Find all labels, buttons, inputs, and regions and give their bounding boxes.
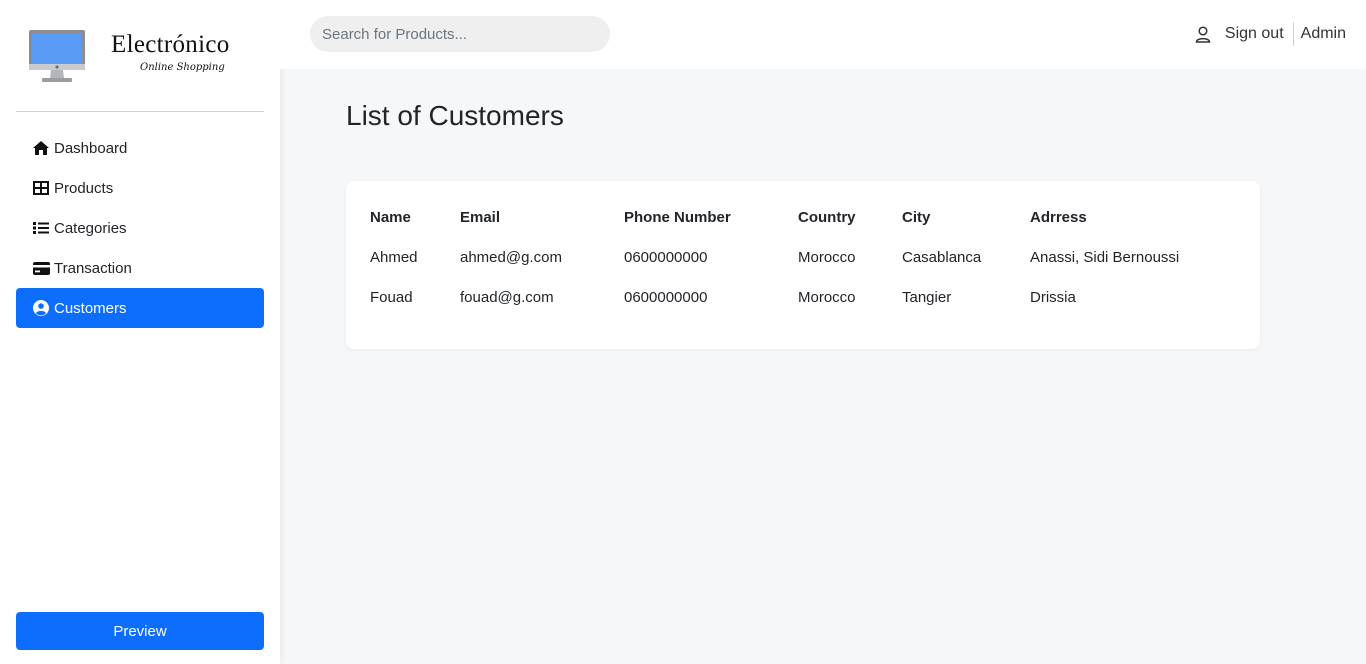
cell-email: ahmed@g.com (460, 248, 562, 266)
column-header-address: Adrress (1030, 208, 1087, 226)
monitor-icon (29, 30, 85, 82)
customers-table: Name Email Phone Number Country City Adr… (370, 197, 1260, 317)
customers-card: Name Email Phone Number Country City Adr… (346, 181, 1260, 349)
cell-name: Ahmed (370, 248, 418, 266)
search-input[interactable] (310, 16, 610, 52)
user-name[interactable]: Admin (1301, 25, 1346, 43)
column-header-country: Country (798, 208, 856, 226)
sidebar-item-label: Dashboard (54, 139, 128, 157)
user-circle-icon (32, 299, 50, 317)
cell-country: Morocco (798, 288, 856, 306)
brand-tagline: Online Shopping (140, 62, 225, 73)
credit-card-icon (32, 259, 50, 277)
topbar: Sign out Admin (280, 0, 1366, 69)
table-row: Ahmed ahmed@g.com 0600000000 Morocco Cas… (370, 237, 1260, 277)
cell-name: Fouad (370, 288, 413, 306)
cell-address: Anassi, Sidi Bernoussi (1030, 248, 1180, 266)
sidebar-item-label: Categories (54, 219, 127, 237)
user-icon (1195, 25, 1211, 43)
table-icon (32, 179, 50, 197)
logo[interactable]: Electrónico Online Shopping (16, 16, 264, 112)
cell-phone: 0600000000 (624, 248, 708, 266)
divider (1292, 22, 1294, 46)
sidebar-item-label: Transaction (54, 259, 132, 277)
cell-city: Casablanca (902, 248, 982, 266)
column-header-email: Email (460, 208, 501, 226)
table-row: Fouad fouad@g.com 0600000000 Morocco Tan… (370, 277, 1260, 317)
sidebar-item-label: Products (54, 179, 114, 197)
cell-city: Tangier (902, 288, 952, 306)
sidebar-item-products[interactable]: Products (16, 168, 264, 208)
column-header-name: Name (370, 208, 411, 226)
list-icon (32, 219, 50, 237)
sidebar-item-dashboard[interactable]: Dashboard (16, 128, 264, 168)
brand-name: Electrónico (111, 31, 230, 58)
sidebar-item-categories[interactable]: Categories (16, 208, 264, 248)
sidebar-item-transaction[interactable]: Transaction (16, 248, 264, 288)
sidebar-nav: Dashboard Products Categories Transactio… (16, 128, 264, 328)
column-header-phone: Phone Number (624, 208, 731, 226)
sidebar: Electrónico Online Shopping Dashboard Pr… (0, 0, 280, 664)
cell-address: Drissia (1030, 288, 1076, 306)
table-header-row: Name Email Phone Number Country City Adr… (370, 197, 1260, 237)
sidebar-item-customers[interactable]: Customers (16, 288, 264, 328)
home-icon (32, 139, 50, 157)
cell-phone: 0600000000 (624, 288, 708, 306)
page-title: List of Customers (346, 100, 564, 131)
cell-country: Morocco (798, 248, 856, 266)
column-header-city: City (902, 208, 931, 226)
preview-button[interactable]: Preview (16, 612, 264, 650)
sign-out-link[interactable]: Sign out (1225, 25, 1293, 43)
cell-email: fouad@g.com (460, 288, 554, 306)
user-menu: Sign out Admin (1195, 22, 1346, 46)
sidebar-item-label: Customers (54, 299, 127, 317)
